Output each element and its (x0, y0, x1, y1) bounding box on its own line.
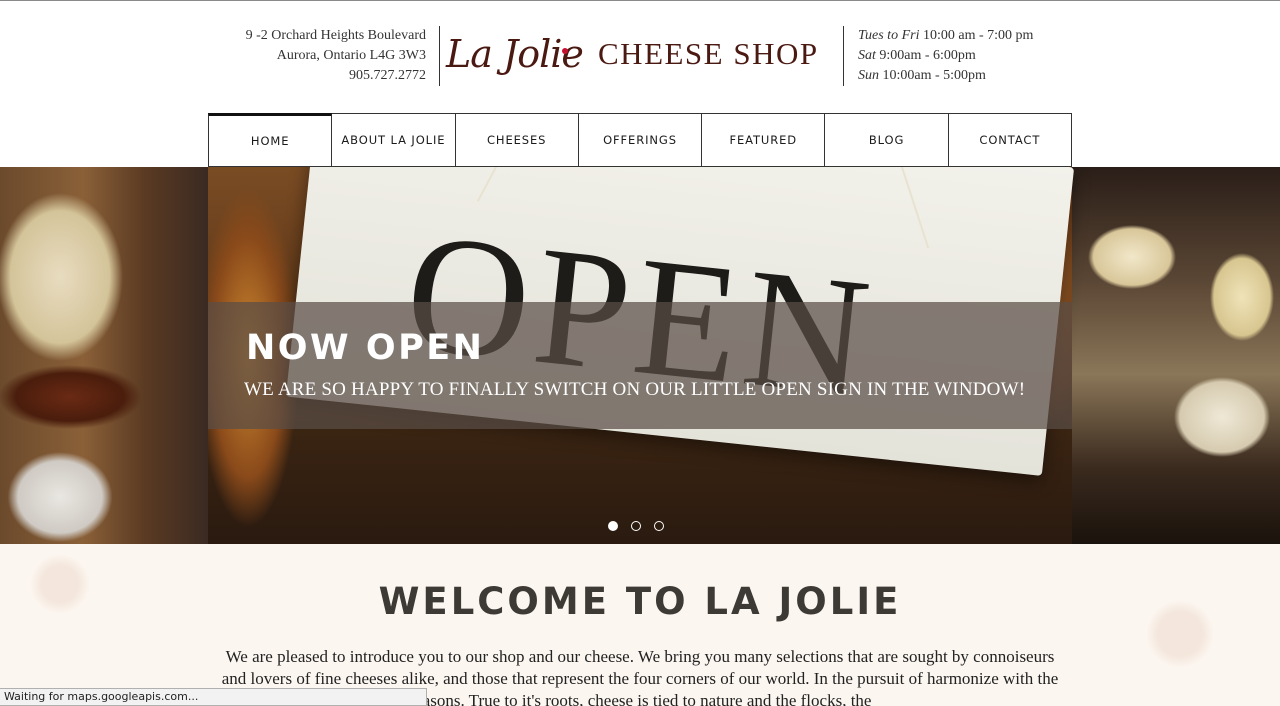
address-city: Aurora, Ontario L4G 3W3 (276, 48, 426, 63)
nav-item-about[interactable]: ABOUT LA JOLIE (332, 113, 456, 167)
address-phone[interactable]: 905.727.2772 (200, 66, 426, 86)
welcome-section: WELCOME TO LA JOLIE We are pleased to in… (0, 544, 1280, 706)
store-address: 9 -2 Orchard Heights Boulevard Aurora, O… (200, 26, 426, 86)
header-divider-left (439, 26, 440, 86)
hours-time: 10:00 am - 7:00 pm (922, 28, 1034, 43)
slide-title: NOW OPEN (246, 328, 485, 368)
next-slide-image[interactable] (1072, 167, 1280, 544)
address-street: 9 -2 Orchard Heights Boulevard (245, 28, 426, 43)
sign-rope (893, 167, 930, 249)
logo-script: La Jolie (446, 32, 584, 76)
prev-slide-image[interactable] (0, 167, 208, 544)
nav-item-blog[interactable]: BLOG (825, 113, 949, 167)
site-logo[interactable]: La Jolie CHEESE SHOP (446, 28, 838, 78)
slide-dot-3[interactable] (654, 521, 664, 531)
hours-row: Tues to Fri 10:00 am - 7:00 pm (858, 26, 1033, 46)
store-hours: Tues to Fri 10:00 am - 7:00 pm Sat 9:00a… (858, 26, 1033, 86)
slide-caption: NOW OPEN WE ARE SO HAPPY TO FINALLY SWIT… (208, 302, 1072, 429)
nav-item-contact[interactable]: CONTACT (948, 113, 1072, 167)
logo-text: CHEESE SHOP (598, 36, 819, 71)
nav-item-cheeses[interactable]: CHEESES (455, 113, 579, 167)
slider-pagination (608, 521, 664, 531)
hours-days: Sun (858, 68, 879, 83)
sign-rope (476, 167, 531, 202)
slide-subtitle: WE ARE SO HAPPY TO FINALLY SWITCH ON OUR… (244, 379, 1026, 400)
nav-item-offerings[interactable]: OFFERINGS (578, 113, 703, 167)
hours-row: Sun 10:00am - 5:00pm (858, 66, 1033, 86)
site-header: 9 -2 Orchard Heights Boulevard Aurora, O… (0, 0, 1280, 113)
slide-dot-2[interactable] (631, 521, 641, 531)
hours-row: Sat 9:00am - 6:00pm (858, 46, 1033, 66)
welcome-title: WELCOME TO LA JOLIE (378, 580, 902, 623)
slide-dot-1[interactable] (608, 521, 618, 531)
main-nav: HOME ABOUT LA JOLIE CHEESES OFFERINGS FE… (208, 113, 1072, 167)
hours-days: Sat (858, 48, 876, 63)
browser-status-bar: Waiting for maps.googleapis.com... (0, 688, 427, 706)
nav-item-home[interactable]: HOME (208, 113, 333, 167)
logo-dot-icon (562, 48, 568, 54)
hours-time: 9:00am - 6:00pm (879, 48, 976, 63)
hours-time: 10:00am - 5:00pm (882, 68, 986, 83)
hero-slider: OPEN NOW OPEN WE ARE SO HAPPY TO FINALLY… (0, 167, 1280, 544)
header-divider-right (843, 26, 844, 86)
nav-item-featured[interactable]: FEATURED (702, 113, 826, 167)
hours-days: Tues to Fri (858, 28, 920, 43)
